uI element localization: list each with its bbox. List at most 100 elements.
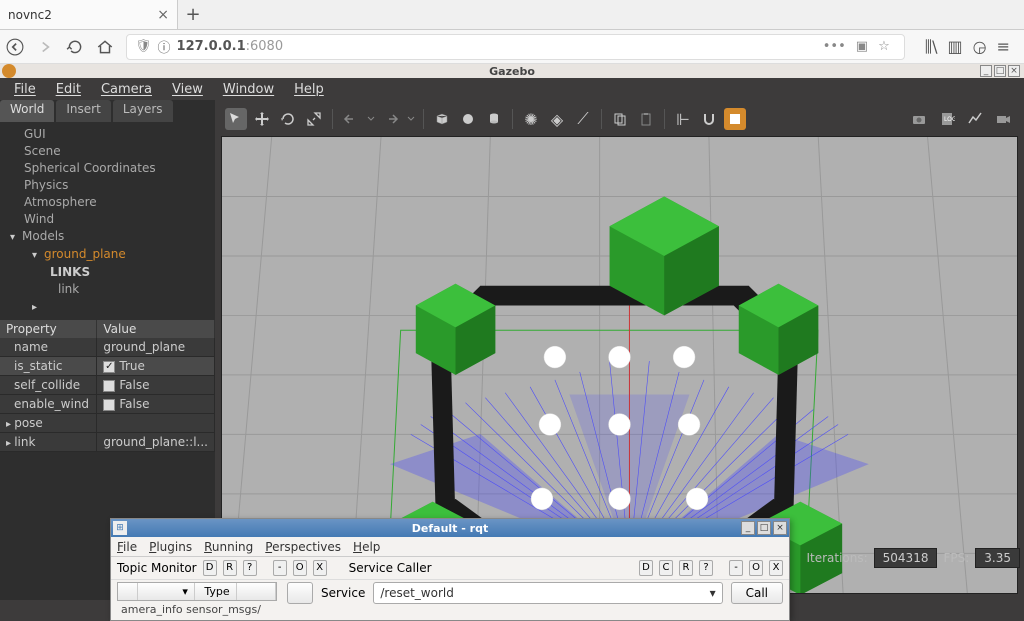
tm-table-header[interactable]: ▾ Type xyxy=(117,582,277,601)
rotate-tool[interactable] xyxy=(277,108,299,130)
rqt-titlebar[interactable]: ⊞ Default - rqt _ □ × xyxy=(111,519,789,537)
prop-row-pose[interactable]: ▸ pose xyxy=(0,414,215,433)
menu-camera[interactable]: Camera xyxy=(91,82,162,97)
world-tree[interactable]: GUI Scene Spherical Coordinates Physics … xyxy=(0,122,215,320)
undo-dropdown[interactable] xyxy=(366,108,376,130)
spot-light[interactable]: ◈ xyxy=(546,108,568,130)
star-icon[interactable]: ☆ xyxy=(878,39,890,54)
tree-item-models[interactable]: Models xyxy=(6,228,209,246)
rqt-minimize[interactable]: _ xyxy=(741,521,755,535)
rqt-menu-perspectives[interactable]: Perspectives xyxy=(265,540,341,554)
info-icon[interactable]: ⓘ xyxy=(158,37,171,56)
new-tab-button[interactable]: + xyxy=(178,0,208,30)
sc-min-button[interactable]: - xyxy=(729,560,743,576)
redo-dropdown[interactable] xyxy=(406,108,416,130)
prop-row-name[interactable]: name ground_plane xyxy=(0,338,215,357)
prop-row-self-collide[interactable]: self_collide False xyxy=(0,376,215,395)
rqt-menu-help[interactable]: Help xyxy=(353,540,380,554)
window-close-button[interactable]: × xyxy=(1008,65,1020,77)
sphere-primitive[interactable] xyxy=(457,108,479,130)
call-button[interactable]: Call xyxy=(731,582,783,604)
tree-item-scene[interactable]: Scene xyxy=(6,143,209,160)
rqt-close[interactable]: × xyxy=(773,521,787,535)
tm-o-button[interactable]: O xyxy=(293,560,307,576)
undo-button[interactable] xyxy=(340,108,362,130)
rqt-window[interactable]: ⊞ Default - rqt _ □ × File Plugins Runni… xyxy=(110,518,790,621)
maximize-button[interactable]: □ xyxy=(994,65,1006,77)
tree-item-physics[interactable]: Physics xyxy=(6,177,209,194)
camera-icon[interactable] xyxy=(908,108,930,130)
rqt-menu-file[interactable]: File xyxy=(117,540,137,554)
tm-row[interactable]: amera_info sensor_msgs/ xyxy=(117,601,277,618)
move-tool[interactable] xyxy=(251,108,273,130)
reader-icon[interactable]: ▣ xyxy=(856,39,868,54)
sc-d-button[interactable]: D xyxy=(639,560,653,576)
redo-button[interactable] xyxy=(380,108,402,130)
tm-d-button[interactable]: D xyxy=(203,560,217,576)
tree-item-wind[interactable]: Wind xyxy=(6,211,209,228)
tab-insert[interactable]: Insert xyxy=(56,100,110,122)
menu-edit[interactable]: Edit xyxy=(46,82,91,97)
rqt-menu-running[interactable]: Running xyxy=(204,540,253,554)
checkbox-icon[interactable]: ✓ xyxy=(103,361,115,373)
box-primitive[interactable] xyxy=(431,108,453,130)
library-icon[interactable]: ⫼\ xyxy=(925,37,938,57)
forward-button[interactable] xyxy=(36,38,54,56)
sc-x-button[interactable]: X xyxy=(769,560,783,576)
tree-item-spherical[interactable]: Spherical Coordinates xyxy=(6,160,209,177)
prop-row-is-static[interactable]: is_static ✓True xyxy=(0,357,215,376)
back-button[interactable] xyxy=(6,38,24,56)
tab-world[interactable]: World xyxy=(0,100,54,122)
close-icon[interactable]: × xyxy=(157,7,169,23)
sc-o-button[interactable]: O xyxy=(749,560,763,576)
prop-row-link[interactable]: ▸ link ground_plane::l... xyxy=(0,433,215,452)
refresh-button[interactable] xyxy=(287,582,313,604)
log-icon[interactable]: LOG xyxy=(936,108,958,130)
rqt-maximize[interactable]: □ xyxy=(757,521,771,535)
record-icon[interactable] xyxy=(992,108,1014,130)
plot-icon[interactable] xyxy=(964,108,986,130)
select-tool[interactable] xyxy=(225,108,247,130)
url-bar[interactable]: 🛡 ⓘ 127.0.0.1:6080 ••• ▣ ☆ xyxy=(126,34,905,60)
menu-window[interactable]: Window xyxy=(213,82,284,97)
browser-tab[interactable]: novnc2 × xyxy=(0,0,178,29)
sc-r-button[interactable]: R xyxy=(679,560,693,576)
tm-help-button[interactable]: ? xyxy=(243,560,257,576)
scale-tool[interactable] xyxy=(303,108,325,130)
home-button[interactable] xyxy=(96,38,114,56)
point-light[interactable]: ✺ xyxy=(520,108,542,130)
cylinder-primitive[interactable] xyxy=(483,108,505,130)
menu-icon[interactable]: ≡ xyxy=(997,37,1010,56)
tree-item-more[interactable] xyxy=(6,298,209,316)
tm-x-button[interactable]: X xyxy=(313,560,327,576)
tree-item-gui[interactable]: GUI xyxy=(6,126,209,143)
reload-button[interactable] xyxy=(66,38,84,56)
gazebo-titlebar[interactable]: Gazebo _ □ × xyxy=(0,64,1024,78)
sc-c-button[interactable]: C xyxy=(659,560,673,576)
paste-button[interactable] xyxy=(635,108,657,130)
tm-r-button[interactable]: R xyxy=(223,560,237,576)
minimize-button[interactable]: _ xyxy=(980,65,992,77)
checkbox-icon[interactable] xyxy=(103,399,115,411)
snap-button[interactable]: ⊩ xyxy=(672,108,694,130)
tab-layers[interactable]: Layers xyxy=(113,100,173,122)
pocket-icon[interactable]: ◶ xyxy=(973,37,987,56)
menu-file[interactable]: File xyxy=(4,82,46,97)
sidebar-icon[interactable]: ▥ xyxy=(948,37,963,56)
magnet-button[interactable] xyxy=(698,108,720,130)
tree-item-atmosphere[interactable]: Atmosphere xyxy=(6,194,209,211)
rqt-menu-plugins[interactable]: Plugins xyxy=(149,540,192,554)
menu-view[interactable]: View xyxy=(162,82,213,97)
directional-light[interactable]: ⟋ xyxy=(572,108,594,130)
menu-help[interactable]: Help xyxy=(284,82,334,97)
copy-button[interactable] xyxy=(609,108,631,130)
service-combo[interactable]: /reset_world ▾ xyxy=(373,582,722,604)
prop-row-enable-wind[interactable]: enable_wind False xyxy=(0,395,215,414)
tm-min-button[interactable]: - xyxy=(273,560,287,576)
meatball-icon[interactable]: ••• xyxy=(823,39,846,54)
selection-mode[interactable] xyxy=(724,108,746,130)
sc-help-button[interactable]: ? xyxy=(699,560,713,576)
tree-item-link[interactable]: link xyxy=(6,281,209,298)
tree-item-ground-plane[interactable]: ground_plane xyxy=(6,246,209,264)
checkbox-icon[interactable] xyxy=(103,380,115,392)
